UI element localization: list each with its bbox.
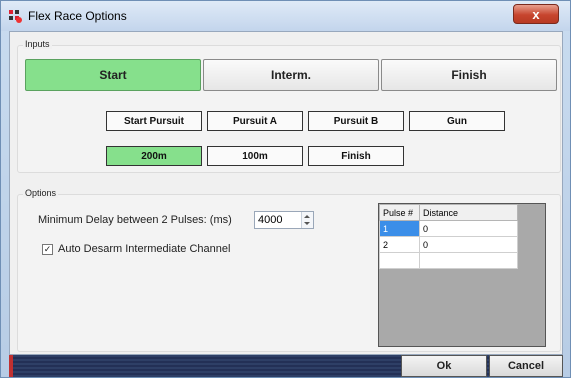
spinner-up-icon[interactable] (304, 215, 310, 218)
table-row[interactable]: 2 0 (379, 236, 518, 253)
title-bar[interactable]: Flex Race Options x (1, 1, 570, 31)
pulse-cell[interactable]: 1 (379, 220, 420, 237)
distance-cell[interactable]: 0 (419, 220, 518, 237)
cancel-button[interactable]: Cancel (489, 355, 563, 377)
inputs-group-label: Inputs (23, 39, 52, 49)
column-header-distance[interactable]: Distance (419, 204, 518, 221)
checkmark-icon: ✓ (43, 244, 52, 254)
min-delay-value[interactable]: 4000 (258, 214, 282, 226)
distance-200m-button[interactable]: 200m (106, 146, 202, 166)
finish-input-button[interactable]: Finish (381, 59, 557, 91)
distance-100m-label: 100m (242, 150, 268, 162)
flex-race-options-window: Flex Race Options x Inputs Start Interm.… (0, 0, 571, 378)
distance-200m-label: 200m (141, 150, 167, 162)
race-flag-icon (9, 10, 22, 23)
min-delay-spinner[interactable]: 4000 (254, 211, 314, 229)
pulse-table[interactable]: Pulse # Distance 1 0 2 0 (378, 203, 546, 347)
column-header-pulse[interactable]: Pulse # (379, 204, 420, 221)
min-delay-label: Minimum Delay between 2 Pulses: (ms) (38, 214, 232, 226)
finish-input-label: Finish (451, 68, 487, 82)
ok-button[interactable]: Ok (401, 355, 487, 377)
table-row[interactable] (379, 252, 518, 269)
footer-bar: Ok Cancel (9, 355, 563, 377)
ok-label: Ok (436, 360, 452, 372)
pursuit-b-button[interactable]: Pursuit B (308, 111, 404, 131)
interm-input-button[interactable]: Interm. (203, 59, 379, 91)
pursuit-a-button[interactable]: Pursuit A (207, 111, 303, 131)
start-pursuit-button[interactable]: Start Pursuit (106, 111, 202, 131)
pursuit-a-label: Pursuit A (232, 115, 278, 127)
options-group-label: Options (23, 188, 59, 198)
table-row[interactable]: 1 0 (379, 220, 518, 237)
pulse-grid: Pulse # Distance 1 0 2 0 (379, 204, 518, 269)
start-input-button[interactable]: Start (25, 59, 201, 91)
auto-desarm-label: Auto Desarm Intermediate Channel (58, 243, 231, 255)
pulse-cell[interactable] (379, 252, 420, 269)
distance-finish-button[interactable]: Finish (308, 146, 404, 166)
interm-input-label: Interm. (270, 68, 311, 82)
gun-label: Gun (447, 115, 467, 127)
start-pursuit-label: Start Pursuit (123, 115, 184, 127)
auto-desarm-checkbox[interactable]: ✓ (42, 244, 53, 255)
spinner-arrows[interactable] (301, 212, 313, 228)
distance-cell[interactable] (419, 252, 518, 269)
gun-button[interactable]: Gun (409, 111, 505, 131)
footer-accent (9, 355, 13, 377)
window-title: Flex Race Options (28, 9, 127, 23)
distance-100m-button[interactable]: 100m (207, 146, 303, 166)
pursuit-b-label: Pursuit B (333, 115, 379, 127)
distance-finish-label: Finish (341, 150, 371, 162)
close-icon: x (532, 6, 540, 22)
cancel-label: Cancel (507, 360, 545, 372)
start-input-label: Start (99, 68, 127, 82)
close-button[interactable]: x (513, 4, 559, 24)
table-header-row: Pulse # Distance (379, 204, 518, 221)
spinner-down-icon[interactable] (304, 222, 310, 225)
distance-cell[interactable]: 0 (419, 236, 518, 253)
pulse-cell[interactable]: 2 (379, 236, 420, 253)
